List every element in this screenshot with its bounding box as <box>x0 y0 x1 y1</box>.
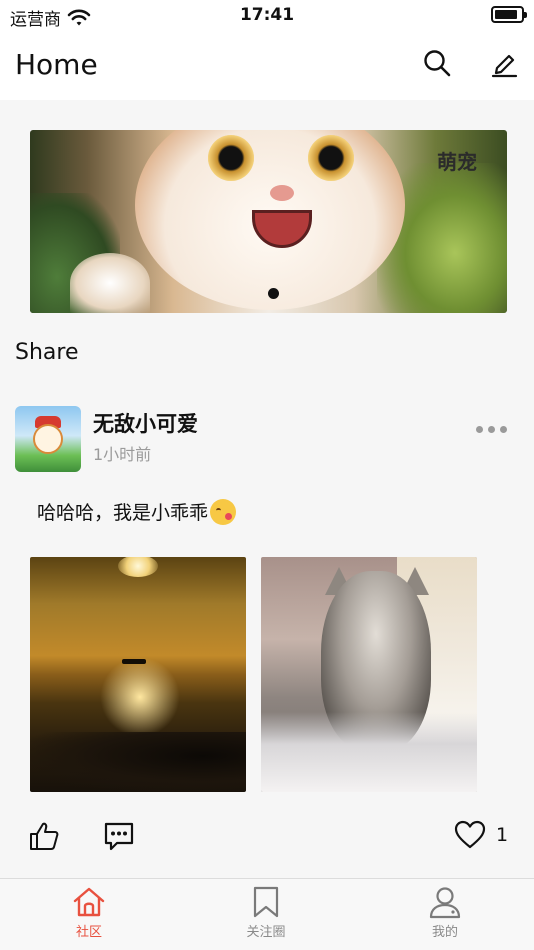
avatar[interactable] <box>15 406 81 472</box>
search-icon <box>424 50 451 77</box>
more-dot <box>500 425 507 433</box>
kissing-face-emoji-icon <box>210 498 237 525</box>
banner-fur <box>70 253 150 313</box>
tab-label: 关注圈 <box>246 925 286 940</box>
edit-button[interactable] <box>487 46 521 80</box>
post-username[interactable]: 无敌小可爱 <box>93 408 198 438</box>
status-bar: 运营商 17:41 <box>0 0 534 30</box>
home-icon <box>73 887 105 917</box>
post-text: 哈哈哈，我是小乖乖 <box>37 498 237 525</box>
rocks <box>30 732 246 792</box>
sun <box>118 557 158 577</box>
carousel-page-indicator[interactable] <box>268 288 279 299</box>
status-time: 17:41 <box>239 5 295 25</box>
tab-profile[interactable]: 我的 <box>385 885 505 940</box>
section-title: Share <box>15 340 79 365</box>
tab-bar: 社区 关注圈 我的 <box>0 879 534 950</box>
post-image-sunset[interactable] <box>30 557 246 792</box>
banner-cat-eye-left <box>208 135 254 181</box>
banner-cat-nose <box>270 185 294 201</box>
avatar-cat <box>33 424 63 454</box>
more-dot <box>476 425 483 433</box>
blanket <box>261 712 477 792</box>
tab-community[interactable]: 社区 <box>29 885 149 940</box>
favorite-button[interactable]: 1 <box>454 820 508 850</box>
comment-icon <box>104 822 134 851</box>
thumbs-up-icon <box>30 822 59 850</box>
pencil-icon <box>491 54 518 78</box>
battery-icon <box>491 6 527 23</box>
tab-label: 社区 <box>75 925 102 940</box>
tab-following[interactable]: 关注圈 <box>206 885 326 940</box>
favorite-count: 1 <box>496 824 509 846</box>
boat <box>122 659 146 664</box>
bookmark-icon <box>253 886 279 918</box>
sea-glow <box>100 657 180 737</box>
banner-label: 萌宠 <box>437 150 477 174</box>
banner-carousel[interactable]: 萌宠 <box>30 130 507 313</box>
like-button[interactable] <box>28 820 60 852</box>
tab-label: 我的 <box>431 925 458 940</box>
search-button[interactable] <box>420 46 454 80</box>
user-icon <box>429 887 461 919</box>
post-time: 1小时前 <box>93 445 152 464</box>
battery-level <box>495 10 518 19</box>
post-text-content: 哈哈哈，我是小乖乖 <box>37 502 209 524</box>
post-image-kitten[interactable] <box>261 557 477 792</box>
comment-button[interactable] <box>102 820 136 852</box>
more-options-button[interactable] <box>476 420 510 438</box>
more-dot <box>488 425 495 433</box>
page-title: Home <box>15 48 98 81</box>
heart-icon <box>454 820 486 849</box>
banner-cat-eye-right <box>308 135 354 181</box>
nav-bar: Home <box>0 30 534 100</box>
